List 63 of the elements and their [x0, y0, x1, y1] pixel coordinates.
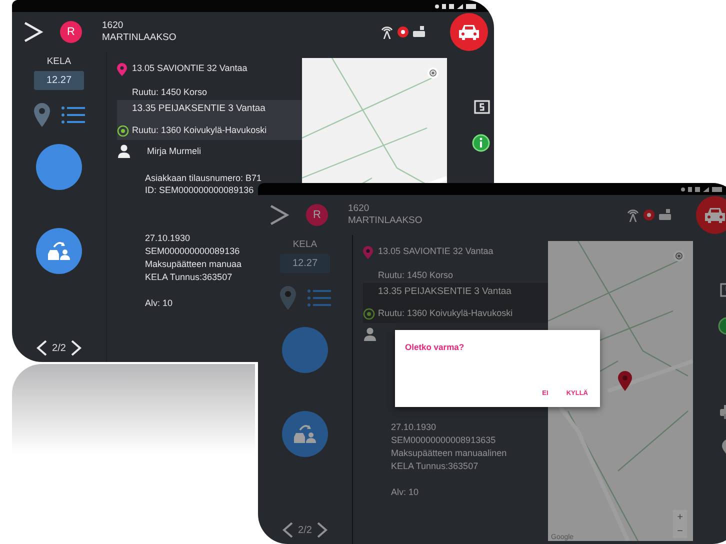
tariff-label: KELA — [292, 239, 318, 250]
avatar: R — [60, 21, 82, 43]
status-bar-icons — [680, 186, 724, 192]
car-icon — [458, 23, 480, 41]
chevron-right-icon[interactable] — [22, 21, 44, 43]
order-info-text: Asiakkaan tilausnumero: B71 — [145, 172, 263, 184]
area-name: MARTINLAAKSO — [348, 215, 422, 227]
zone-text: Ruutu: 1360 Koivukylä-Havukoski — [378, 308, 514, 320]
stop-address: 13.35 PEIJAKSENTIE 3 Vantaa — [378, 286, 512, 297]
person-icon — [117, 144, 131, 158]
vehicle-number: 1620 — [348, 203, 370, 215]
car-to-person-icon — [292, 423, 318, 445]
zone-text: Ruutu: 1450 Korso — [132, 87, 208, 97]
time-badge: 12.27 — [280, 254, 330, 273]
dialog-title: Oletko varma? — [404, 341, 466, 352]
vehicle-number: 1620 — [102, 20, 124, 32]
passenger-name: Mirja Murmeli — [147, 146, 201, 156]
location-pin-icon — [363, 246, 373, 259]
antenna-icon — [626, 208, 640, 222]
list-view-icon[interactable] — [61, 105, 85, 125]
target-circle-icon — [363, 308, 375, 320]
record-icon — [643, 209, 655, 221]
car-icon — [704, 206, 726, 224]
detail-text: SEM00000000008913635 — [391, 434, 497, 447]
page-indicator: 2/2 — [298, 524, 312, 536]
detail-text: Maksupäätteen manuaalinen — [391, 447, 508, 460]
map-marker-icon — [618, 371, 632, 391]
transfer-button[interactable] — [36, 228, 82, 274]
location-pin-icon — [117, 63, 127, 76]
zone-text: Ruutu: 1360 Koivukylä-Havukoski — [132, 125, 268, 137]
vat-text: Alv: 10 — [391, 487, 420, 497]
round-button[interactable] — [36, 144, 82, 190]
antenna-icon — [380, 25, 394, 39]
stop-address: 13.05 SAVIONTIE 32 Vantaa — [132, 63, 248, 75]
next-page-icon[interactable] — [70, 340, 82, 356]
tariff-label: KELA — [46, 56, 72, 67]
stop-address: 13.05 SAVIONTIE 32 Vantaa — [378, 246, 494, 258]
target-circle-icon — [117, 125, 129, 137]
selected-stop-row[interactable]: 13.35 PEIJAKSENTIE 3 Vantaa Ruutu: 1360 Koivukylä-Havukoski — [117, 100, 302, 140]
area-name: MARTINLAAKSO — [102, 32, 176, 44]
status-bar-icons — [434, 2, 478, 10]
car-to-person-icon — [46, 240, 72, 262]
page-indicator: 2/2 — [52, 342, 66, 354]
map-view-icon[interactable] — [33, 102, 51, 128]
previous-page-icon[interactable] — [36, 340, 48, 356]
zone-text: Ruutu: 1450 Korso — [378, 270, 454, 280]
payment-icon[interactable] — [474, 100, 490, 114]
selected-stop-row[interactable]: 13.35 PEIJAKSENTIE 3 Vantaa Ruutu: 1360 Koivukylä-Havukoski — [363, 283, 548, 323]
my-location-icon[interactable] — [427, 67, 439, 79]
vat-text: Alv: 10 — [145, 298, 174, 308]
person-icon — [363, 327, 377, 341]
avatar: R — [306, 204, 328, 226]
detail-text: KELA Tunnus:363507 — [391, 460, 480, 473]
detail-text: KELA Tunnus:363507 — [145, 271, 234, 284]
info-icon[interactable] — [472, 134, 490, 152]
order-info-text: ID: SEM000000000089136 — [145, 184, 255, 196]
record-icon — [397, 26, 409, 38]
detail-text: SEM000000000089136 — [145, 245, 241, 258]
my-location-icon[interactable] — [673, 250, 685, 262]
detail-text: 27.10.1930 — [391, 421, 438, 434]
stop-address: 13.35 PEIJAKSENTIE 3 Vantaa — [132, 103, 266, 114]
vehicle-button[interactable] — [450, 13, 488, 51]
time-badge: 12.27 — [34, 71, 84, 90]
